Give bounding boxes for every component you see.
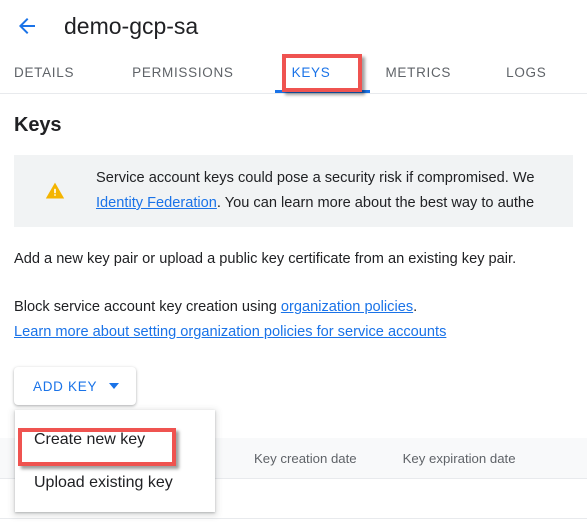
chevron-down-icon [109, 383, 120, 389]
security-warning-banner: Service account keys could pose a securi… [14, 155, 573, 227]
warning-line-1: Service account keys could pose a securi… [96, 170, 535, 186]
tab-details[interactable]: DETAILS [0, 52, 74, 93]
organization-policies-link[interactable]: organization policies [281, 299, 413, 315]
add-key-dropdown-menu: Create new key Upload existing key [15, 410, 215, 512]
column-header-key-expiration-date[interactable]: Key expiration date [403, 451, 516, 466]
active-tab-indicator [275, 90, 370, 93]
warning-text-wrap: Service account keys could pose a securi… [96, 166, 535, 216]
arrow-left-icon[interactable] [14, 13, 40, 39]
add-key-button[interactable]: ADD KEY [14, 367, 137, 405]
add-key-button-wrap: ADD KEY [14, 367, 573, 407]
tab-logs[interactable]: LOGS [451, 52, 546, 93]
add-key-button-label: ADD KEY [33, 378, 98, 394]
warning-triangle-icon [44, 180, 66, 202]
page-header: demo-gcp-sa [0, 0, 587, 52]
main-content: Keys Service account keys could pose a s… [0, 114, 587, 407]
org-policy-block: Block service account key creation using… [14, 295, 573, 345]
tab-metrics[interactable]: METRICS [330, 52, 451, 93]
section-title: Keys [14, 114, 62, 136]
block-policy-line: Block service account key creation using… [14, 295, 573, 320]
menu-item-create-new-key[interactable]: Create new key [15, 418, 215, 461]
warning-line-2-rest: . You can learn more about the best way … [216, 195, 535, 211]
warning-line-2: Identity Federation. You can learn more … [96, 191, 535, 216]
tab-bar: DETAILS PERMISSIONS KEYS METRICS LOGS [0, 52, 587, 94]
add-key-description: Add a new key pair or upload a public ke… [14, 251, 517, 267]
tab-keys[interactable]: KEYS [234, 52, 331, 93]
block-policy-prefix: Block service account key creation using [14, 299, 281, 315]
block-policy-suffix: . [413, 299, 418, 315]
tab-permissions[interactable]: PERMISSIONS [74, 52, 233, 93]
learn-more-line: Learn more about setting organization po… [14, 320, 573, 345]
column-header-key-creation-date[interactable]: Key creation date [254, 451, 357, 466]
identity-federation-link[interactable]: Identity Federation [96, 195, 217, 211]
learn-more-org-policies-link[interactable]: Learn more about setting organization po… [14, 324, 446, 340]
menu-item-upload-existing-key[interactable]: Upload existing key [15, 461, 215, 504]
page-title: demo-gcp-sa [64, 12, 199, 39]
